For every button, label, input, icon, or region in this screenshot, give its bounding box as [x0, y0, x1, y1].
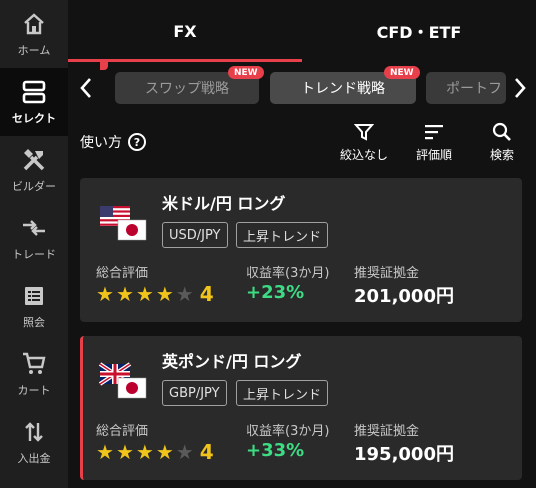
sidebar-item-label: ホーム — [17, 44, 51, 57]
trend-tag: 上昇トレンド — [236, 380, 329, 406]
search-icon — [492, 122, 511, 141]
cart-icon — [20, 350, 48, 378]
star-filled-icon: ★ — [96, 440, 114, 464]
sidebar-item-transfer[interactable]: 入出金 — [0, 408, 68, 476]
filter-button[interactable]: 絞込なし — [340, 122, 388, 163]
toolbar: 使い方 ? 絞込なし 評価順 検索 — [68, 114, 536, 174]
strategy-card[interactable]: 米ドル/円 ロング USD/JPY 上昇トレンド 総合評価 収益率(3か月) 推… — [80, 178, 522, 322]
chip-label: トレンド戦略 — [301, 81, 385, 97]
return-label: 収益率(3か月) — [246, 266, 330, 281]
return-label: 収益率(3か月) — [246, 424, 330, 439]
sort-label: 評価順 — [416, 148, 453, 162]
card-title: 英ポンド/円 ロング — [162, 352, 302, 371]
pair-tag: GBP/JPY — [162, 380, 227, 406]
return-value: +23% — [246, 282, 305, 303]
rating-label: 総合評価 — [96, 266, 149, 281]
star-filled-icon: ★ — [115, 440, 134, 464]
star-empty-icon: ★ — [175, 440, 194, 464]
new-badge: NEW — [228, 66, 264, 79]
howto-link[interactable]: 使い方 ? — [80, 132, 146, 152]
list-icon — [20, 282, 48, 310]
sidebar-item-home[interactable]: ホーム — [0, 0, 68, 68]
filter-icon — [354, 124, 374, 141]
sidebar-item-label: トレード — [12, 248, 56, 261]
tab-cfd-etf[interactable]: CFD・ETF — [302, 0, 536, 62]
chip-portfolio[interactable]: ポートフ — [426, 72, 506, 104]
builder-tools-icon — [20, 146, 48, 174]
sidebar-item-label: セレクト — [12, 112, 56, 125]
star-filled-icon: ★ — [135, 440, 154, 464]
sort-icon — [425, 125, 443, 140]
star-rating: ★ ★ ★ ★ ★ 4 — [96, 440, 214, 464]
star-filled-icon: ★ — [135, 282, 154, 306]
sidebar-item-cart[interactable]: カート — [0, 340, 68, 408]
star-filled-icon: ★ — [155, 440, 174, 464]
sort-button[interactable]: 評価順 — [416, 122, 452, 163]
tab-bar: FX CFD・ETF — [68, 0, 536, 62]
strategy-card[interactable]: 英ポンド/円 ロング GBP/JPY 上昇トレンド 総合評価 収益率(3か月) … — [80, 336, 522, 480]
search-label: 検索 — [490, 148, 515, 162]
tab-fx[interactable]: FX — [68, 0, 302, 62]
chip-label: ポートフ — [446, 81, 502, 97]
sidebar: ホーム セレクト ビルダー トレード 照会 カート 入出金 — [0, 0, 68, 488]
sidebar-item-select[interactable]: セレクト — [0, 68, 68, 136]
star-empty-icon: ★ — [175, 282, 194, 306]
trade-arrows-icon — [20, 214, 48, 242]
margin-label: 推奨証拠金 — [354, 424, 420, 439]
transfer-icon — [20, 418, 48, 446]
select-icon — [20, 78, 48, 106]
chevron-left-icon[interactable] — [74, 76, 98, 100]
rating-value: 4 — [199, 440, 214, 464]
red-marker — [100, 62, 108, 70]
star-filled-icon: ★ — [96, 282, 114, 306]
star-filled-icon: ★ — [115, 282, 134, 306]
new-badge: NEW — [384, 66, 420, 79]
filter-label: 絞込なし — [340, 148, 389, 162]
rating-value: 4 — [199, 282, 214, 306]
pair-tag: USD/JPY — [162, 222, 228, 248]
sidebar-item-builder[interactable]: ビルダー — [0, 136, 68, 204]
howto-label: 使い方 — [80, 135, 122, 151]
sidebar-item-trade[interactable]: トレード — [0, 204, 68, 272]
sidebar-item-label: ビルダー — [12, 180, 56, 193]
star-filled-icon: ★ — [155, 282, 174, 306]
search-button[interactable]: 検索 — [490, 122, 514, 163]
help-icon: ? — [128, 133, 146, 151]
sidebar-item-label: 照会 — [23, 316, 45, 329]
gb-jp-flags-icon — [98, 362, 150, 402]
margin-label: 推奨証拠金 — [354, 266, 420, 281]
margin-value: 195,000円 — [354, 444, 454, 465]
chevron-right-icon[interactable] — [508, 76, 532, 100]
us-jp-flags-icon — [98, 204, 150, 244]
sidebar-item-label: カート — [17, 384, 51, 397]
home-icon — [20, 10, 48, 38]
return-value: +33% — [246, 440, 305, 461]
card-title: 米ドル/円 ロング — [162, 194, 286, 213]
rating-label: 総合評価 — [96, 424, 149, 439]
main-panel: FX CFD・ETF スワップ戦略 NEW トレンド戦略 NEW ポートフ 使い… — [68, 0, 536, 488]
trend-tag: 上昇トレンド — [236, 222, 329, 248]
strategy-chip-row: スワップ戦略 NEW トレンド戦略 NEW ポートフ — [68, 62, 536, 114]
star-rating: ★ ★ ★ ★ ★ 4 — [96, 282, 214, 306]
sidebar-item-inquiry[interactable]: 照会 — [0, 272, 68, 340]
margin-value: 201,000円 — [354, 286, 454, 307]
sidebar-item-label: 入出金 — [17, 452, 51, 465]
chip-label: スワップ戦略 — [145, 81, 229, 97]
